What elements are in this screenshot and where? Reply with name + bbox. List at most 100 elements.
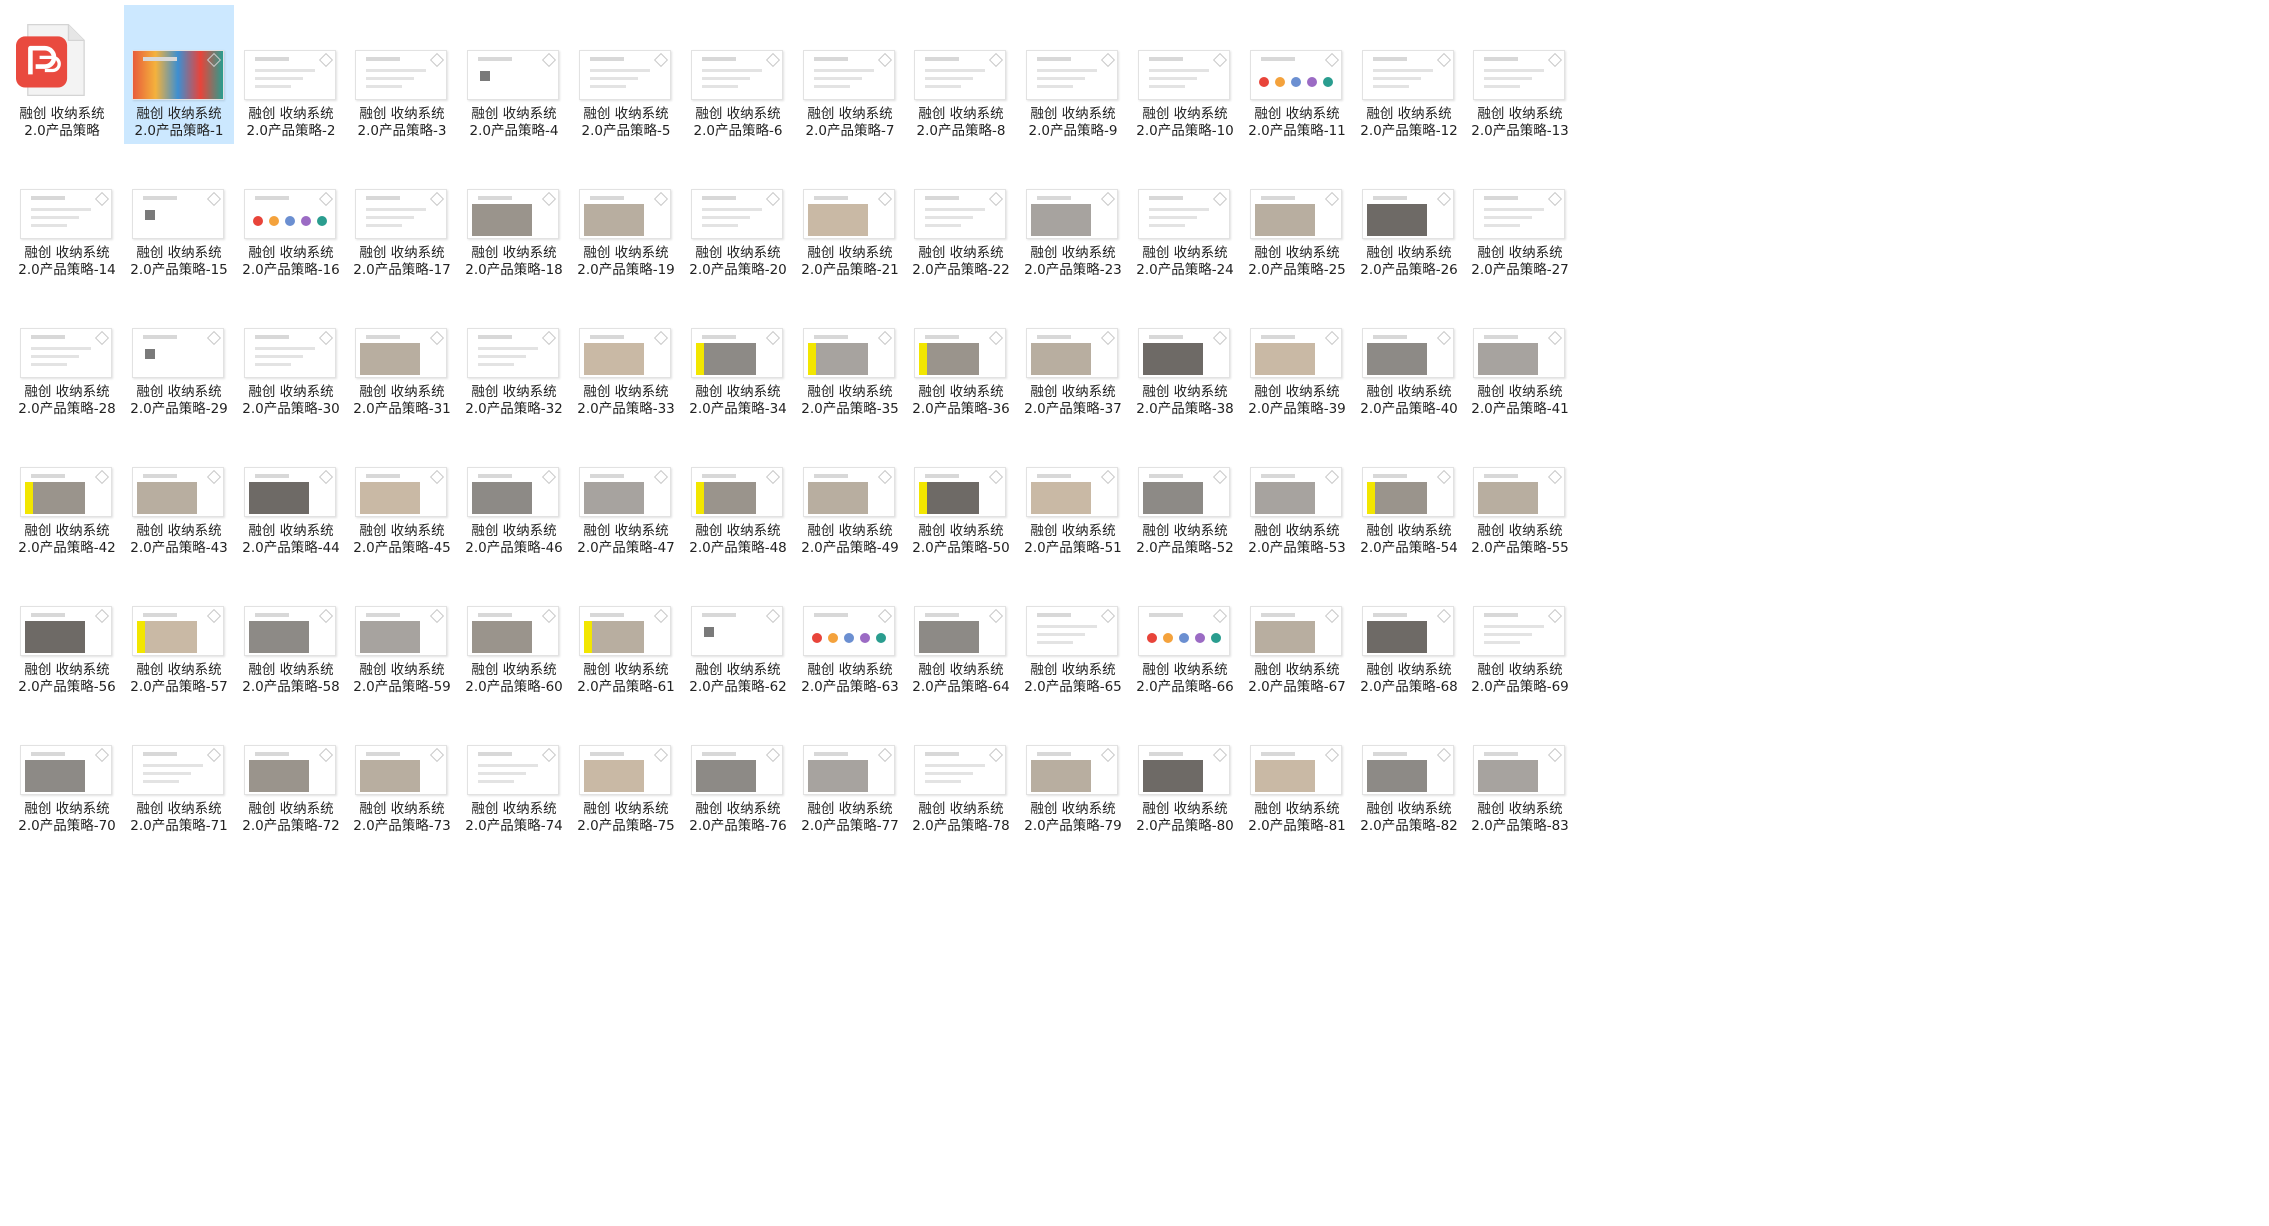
file-item[interactable]: 融创 收纳系统 2.0产品策略-3 (347, 5, 457, 144)
file-thumbnail (1250, 606, 1342, 656)
file-item[interactable]: 融创 收纳系统 2.0产品策略-14 (12, 144, 122, 283)
file-item[interactable]: 融创 收纳系统 2.0产品策略-59 (347, 561, 457, 700)
file-item[interactable]: 融创 收纳系统 2.0产品策略-29 (124, 283, 234, 422)
thumbnail-title-bar (143, 474, 177, 478)
file-item[interactable]: 融创 收纳系统 2.0产品策略-13 (1465, 5, 1575, 144)
file-item[interactable]: 融创 收纳系统 2.0产品策略-49 (795, 422, 905, 561)
file-item[interactable]: 融创 收纳系统 2.0产品策略-8 (906, 5, 1016, 144)
file-item[interactable]: 融创 收纳系统 2.0产品策略-64 (906, 561, 1016, 700)
file-item[interactable]: 融创 收纳系统 2.0产品策略-69 (1465, 561, 1575, 700)
file-item[interactable]: 融创 收纳系统 2.0产品策略-76 (683, 700, 793, 839)
file-item[interactable]: 融创 收纳系统 2.0产品策略-75 (571, 700, 681, 839)
file-item[interactable]: 融创 收纳系统 2.0产品策略-12 (1354, 5, 1464, 144)
file-item[interactable]: 融创 收纳系统 2.0产品策略-53 (1242, 422, 1352, 561)
file-item[interactable]: 融创 收纳系统 2.0产品策略-11 (1242, 5, 1352, 144)
file-item[interactable]: 融创 收纳系统 2.0产品策略-63 (795, 561, 905, 700)
file-item[interactable]: 融创 收纳系统 2.0产品策略-32 (459, 283, 569, 422)
file-item[interactable]: 融创 收纳系统 2.0产品策略-26 (1354, 144, 1464, 283)
file-item[interactable]: 融创 收纳系统 2.0产品策略-79 (1018, 700, 1128, 839)
file-item[interactable]: 融创 收纳系统 2.0产品策略-36 (906, 283, 1016, 422)
file-item[interactable]: 融创 收纳系统 2.0产品策略-33 (571, 283, 681, 422)
file-item[interactable]: 融创 收纳系统 2.0产品策略-39 (1242, 283, 1352, 422)
file-item[interactable]: 融创 收纳系统 2.0产品策略-25 (1242, 144, 1352, 283)
file-item[interactable]: 融创 收纳系统 2.0产品策略-16 (236, 144, 346, 283)
file-item[interactable]: 融创 收纳系统 2.0产品策略-34 (683, 283, 793, 422)
file-item[interactable]: 融创 收纳系统 2.0产品策略-1 (124, 5, 234, 144)
thumbnail-title-bar (255, 474, 289, 478)
file-item[interactable]: 融创 收纳系统 2.0产品策略-30 (236, 283, 346, 422)
file-item[interactable]: 融创 收纳系统 2.0产品策略-37 (1018, 283, 1128, 422)
file-item[interactable]: 融创 收纳系统 2.0产品策略-41 (1465, 283, 1575, 422)
file-item[interactable]: 融创 收纳系统 2.0产品策略-38 (1130, 283, 1240, 422)
file-item[interactable]: 融创 收纳系统 2.0产品策略-48 (683, 422, 793, 561)
file-item[interactable]: 融创 收纳系统 2.0产品策略-15 (124, 144, 234, 283)
file-item[interactable]: 融创 收纳系统 2.0产品策略-78 (906, 700, 1016, 839)
thumbnail-text-line (478, 355, 526, 358)
file-item[interactable]: 融创 收纳系统 2.0产品策略-24 (1130, 144, 1240, 283)
file-item[interactable]: 融创 收纳系统 2.0产品策略-6 (683, 5, 793, 144)
file-item[interactable]: 融创 收纳系统 2.0产品策略-22 (906, 144, 1016, 283)
file-item[interactable]: 融创 收纳系统 2.0产品策略-68 (1354, 561, 1464, 700)
file-item[interactable]: 融创 收纳系统 2.0产品策略-2 (236, 5, 346, 144)
file-item[interactable]: 融创 收纳系统 2.0产品策略-17 (347, 144, 457, 283)
file-item[interactable]: 融创 收纳系统 2.0产品策略-5 (571, 5, 681, 144)
file-item[interactable]: 融创 收纳系统 2.0产品策略-67 (1242, 561, 1352, 700)
file-item[interactable]: 融创 收纳系统 2.0产品策略-44 (236, 422, 346, 561)
file-item[interactable]: 融创 收纳系统 2.0产品策略-58 (236, 561, 346, 700)
file-item[interactable]: 融创 收纳系统 2.0产品策略-45 (347, 422, 457, 561)
file-item[interactable]: 融创 收纳系统 2.0产品策略-20 (683, 144, 793, 283)
file-item[interactable]: 融创 收纳系统 2.0产品策略-57 (124, 561, 234, 700)
file-item[interactable]: 融创 收纳系统 2.0产品策略-51 (1018, 422, 1128, 561)
file-item[interactable]: 融创 收纳系统 2.0产品策略-28 (12, 283, 122, 422)
file-item[interactable]: 融创 收纳系统 2.0产品策略-7 (795, 5, 905, 144)
file-item[interactable]: 融创 收纳系统 2.0产品策略-46 (459, 422, 569, 561)
file-item[interactable]: 融创 收纳系统 2.0产品策略-55 (1465, 422, 1575, 561)
file-item[interactable]: 融创 收纳系统 2.0产品策略-77 (795, 700, 905, 839)
file-item[interactable]: 融创 收纳系统 2.0产品策略-56 (12, 561, 122, 700)
file-item[interactable]: 融创 收纳系统 2.0产品策略-81 (1242, 700, 1352, 839)
file-item[interactable]: 融创 收纳系统 2.0产品策略-10 (1130, 5, 1240, 144)
file-item[interactable]: 融创 收纳系统 2.0产品策略-31 (347, 283, 457, 422)
file-item[interactable]: 融创 收纳系统 2.0产品策略-40 (1354, 283, 1464, 422)
file-item[interactable]: 融创 收纳系统 2.0产品策略-23 (1018, 144, 1128, 283)
file-item[interactable]: 融创 收纳系统 2.0产品策略-18 (459, 144, 569, 283)
file-thumbnail (1026, 745, 1118, 795)
thumbnail-image (1367, 343, 1427, 375)
file-item[interactable]: 融创 收纳系统 2.0产品策略-4 (459, 5, 569, 144)
thumbnail-title-bar (366, 752, 400, 756)
file-name: 融创 收纳系统 2.0产品策略-70 (18, 801, 116, 834)
thumbnail-text-line (590, 85, 626, 88)
thumbnail-image (696, 760, 756, 792)
file-item[interactable]: 融创 收纳系统 2.0产品策略-73 (347, 700, 457, 839)
thumbnail-title-bar (1037, 752, 1071, 756)
thumbnail-title-bar (814, 752, 848, 756)
file-item[interactable]: 融创 收纳系统 2.0产品策略-80 (1130, 700, 1240, 839)
file-item[interactable]: 融创 收纳系统 2.0产品策略-43 (124, 422, 234, 561)
thumbnail-text-line (1373, 85, 1409, 88)
file-item[interactable]: 融创 收纳系统 2.0产品策略-70 (12, 700, 122, 839)
file-item[interactable]: 融创 收纳系统 2.0产品策略-27 (1465, 144, 1575, 283)
file-item[interactable]: 融创 收纳系统 2.0产品策略-71 (124, 700, 234, 839)
file-item[interactable]: 融创 收纳系统 2.0产品策略-35 (795, 283, 905, 422)
file-thumbnail (914, 50, 1006, 100)
file-item[interactable]: 融创 收纳系统 2.0产品策略-21 (795, 144, 905, 283)
file-item[interactable]: 融创 收纳系统 2.0产品策略-82 (1354, 700, 1464, 839)
file-item[interactable]: 融创 收纳系统 2.0产品策略-62 (683, 561, 793, 700)
thumbnail-text-line (925, 69, 985, 72)
file-item[interactable]: 融创 收纳系统 2.0产品策略-60 (459, 561, 569, 700)
file-item[interactable]: 融创 收纳系统 2.0产品策略-83 (1465, 700, 1575, 839)
file-item[interactable]: 融创 收纳系统 2.0产品策略-54 (1354, 422, 1464, 561)
file-item[interactable]: 融创 收纳系统 2.0产品策略-72 (236, 700, 346, 839)
file-item[interactable]: 融创 收纳系统 2.0产品策略-50 (906, 422, 1016, 561)
file-name: 融创 收纳系统 2.0产品策略-72 (242, 801, 340, 834)
file-item[interactable]: 融创 收纳系统 2.0产品策略-74 (459, 700, 569, 839)
file-item[interactable]: 融创 收纳系统 2.0产品策略-66 (1130, 561, 1240, 700)
file-item[interactable]: 融创 收纳系统 2.0产品策略-52 (1130, 422, 1240, 561)
file-item[interactable]: 融创 收纳系统 2.0产品策略-61 (571, 561, 681, 700)
file-item[interactable]: 融创 收纳系统 2.0产品策略-65 (1018, 561, 1128, 700)
file-item[interactable]: 融创 收纳系统 2.0产品策略-47 (571, 422, 681, 561)
file-item[interactable]: 融创 收纳系统 2.0产品策略-19 (571, 144, 681, 283)
file-item[interactable]: 融创 收纳系统 2.0产品策略-42 (12, 422, 122, 561)
file-item[interactable]: 融创 收纳系统 2.0产品策略-9 (1018, 5, 1128, 144)
thumbnail-text-line (255, 69, 315, 72)
